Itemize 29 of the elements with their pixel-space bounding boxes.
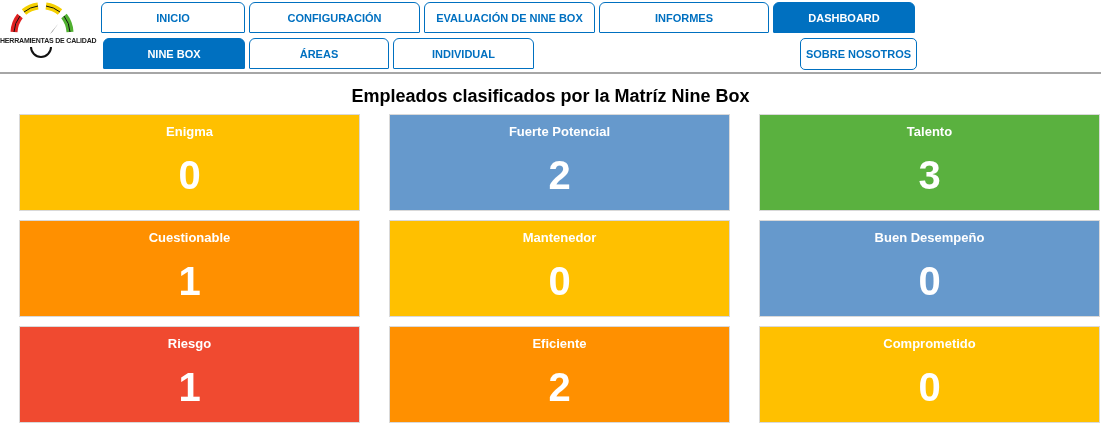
category-count: 0 [178, 153, 201, 197]
category-count: 3 [918, 153, 941, 197]
sub-tab[interactable]: NINE BOX [103, 38, 245, 69]
category-label: Cuestionable [148, 230, 231, 245]
sub-tab[interactable]: ÁREAS [249, 38, 389, 69]
smile-icon [29, 46, 53, 60]
nav-tab[interactable]: DASHBOARD [773, 2, 915, 33]
category-label: Riesgo [167, 336, 212, 351]
nav-tab[interactable]: INICIO [101, 2, 245, 33]
category-label: Talento [906, 124, 953, 139]
category-label: Mantenedor [522, 230, 597, 245]
category-count: 0 [918, 365, 941, 409]
category-count: 1 [178, 365, 201, 409]
category-count: 1 [178, 259, 201, 303]
category-label: Eficiente [532, 336, 587, 351]
category-count: 0 [548, 259, 571, 303]
nav-tab[interactable]: CONFIGURACIÓN [249, 2, 420, 33]
category-label: Fuerte Potencial [508, 124, 611, 139]
sub-tab[interactable]: INDIVIDUAL [393, 38, 534, 69]
about-button[interactable]: SOBRE NOSOTROS [800, 38, 917, 70]
category-count: 2 [548, 365, 571, 409]
category-label: Enigma [166, 124, 213, 139]
category-count: 2 [548, 153, 571, 197]
nav-tab[interactable]: INFORMES [599, 2, 769, 33]
category-label: Comprometido [883, 336, 976, 351]
category-label: Buen Desempeño [874, 230, 985, 245]
page-title: Empleados clasificados por la Matríz Nine Box [350, 85, 751, 108]
category-count: 0 [918, 259, 941, 303]
nav-tab[interactable]: EVALUACIÓN DE NINE BOX [424, 2, 595, 33]
